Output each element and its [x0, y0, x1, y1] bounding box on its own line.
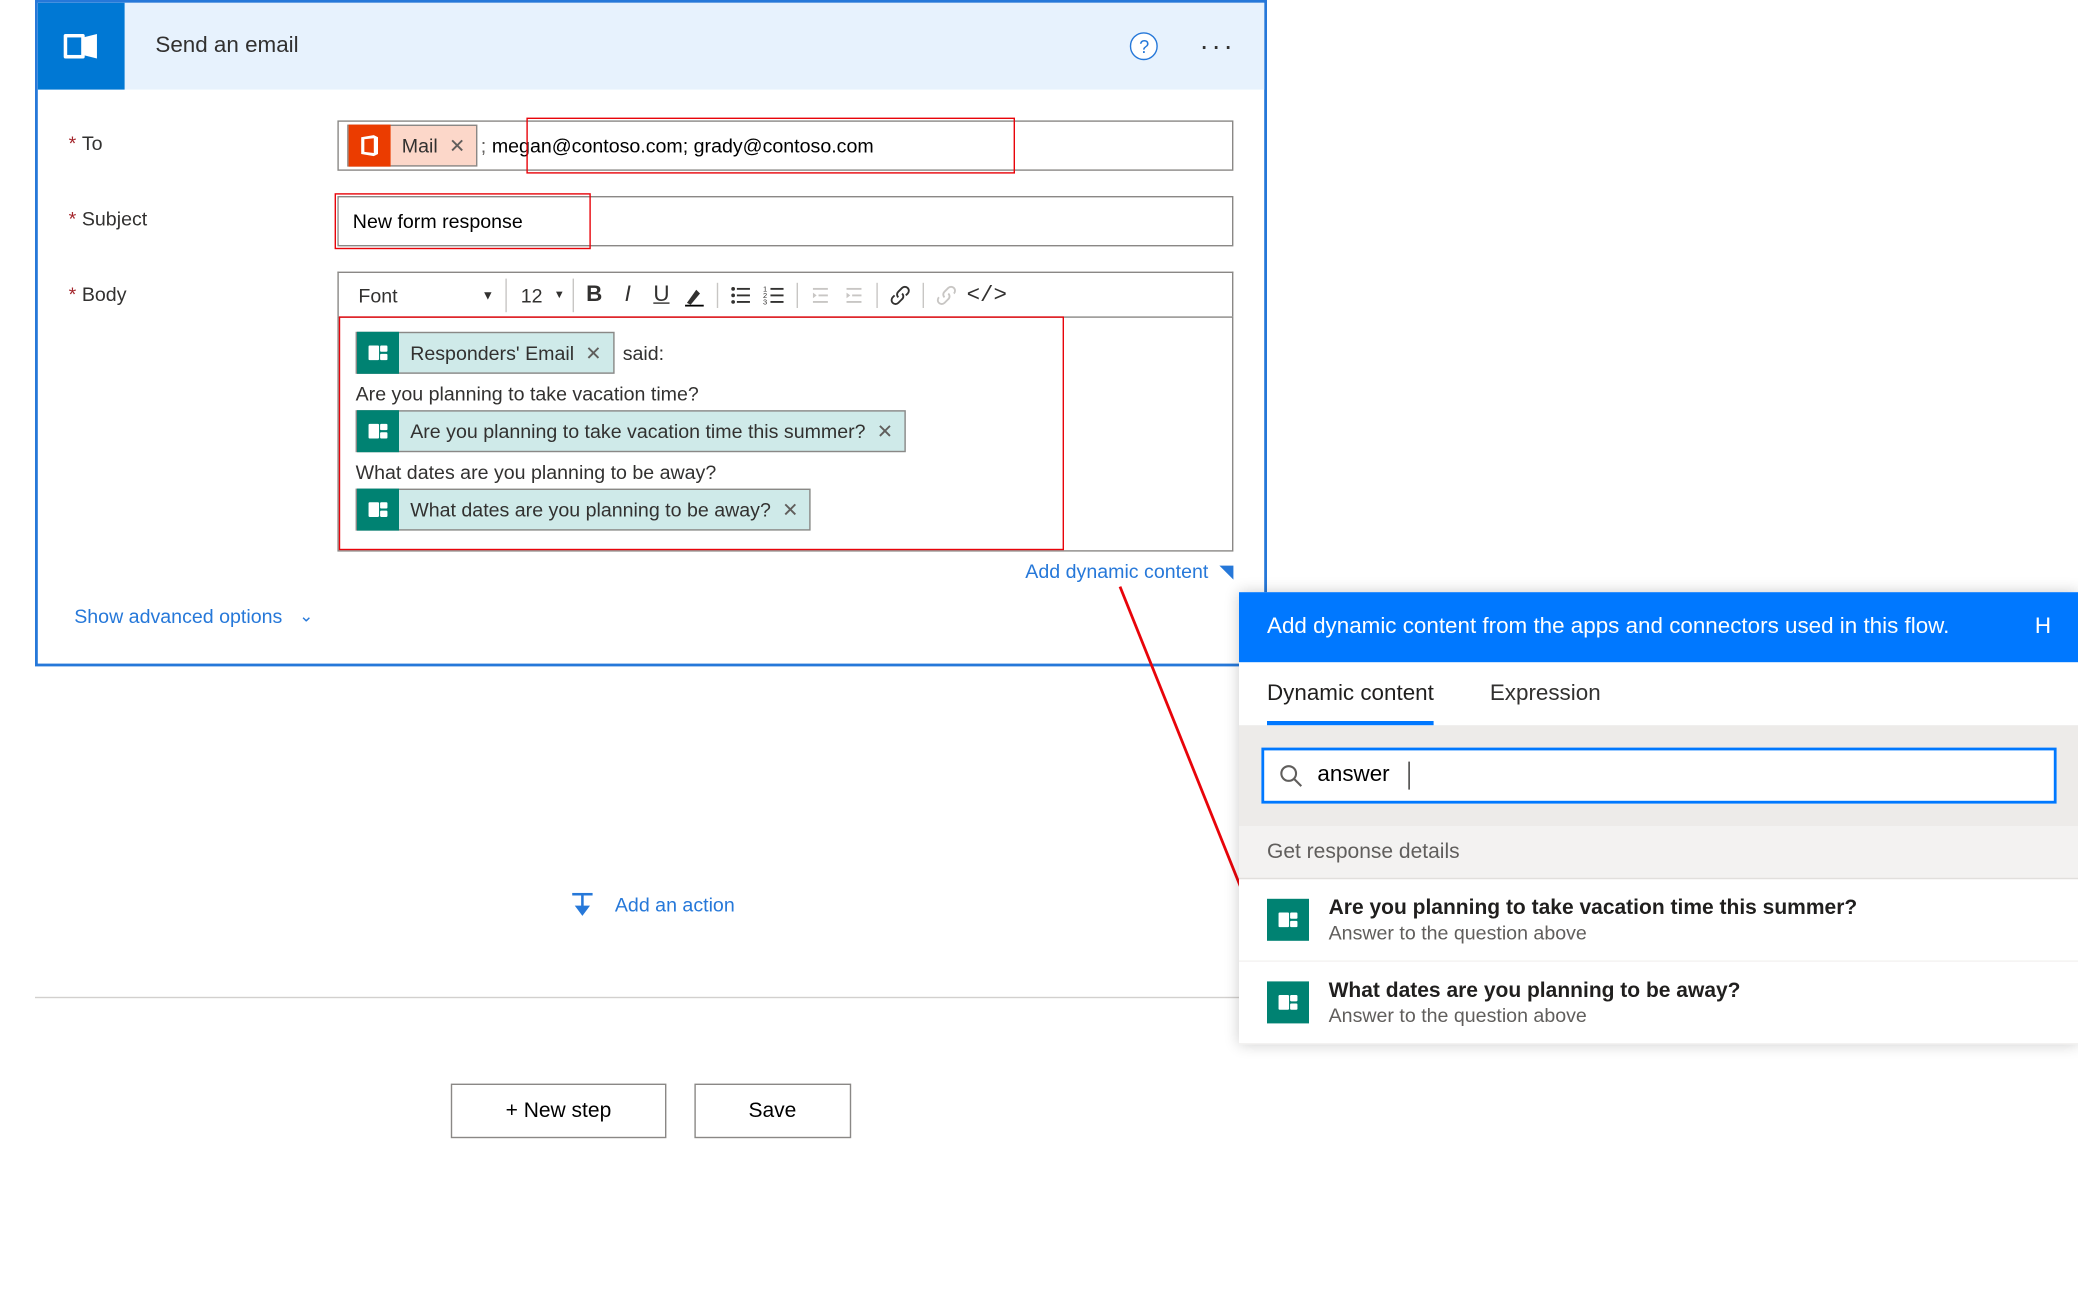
to-input[interactable]: Mail ✕ ; [337, 120, 1233, 170]
close-icon[interactable]: ✕ [449, 134, 465, 158]
forms-icon [1267, 899, 1309, 941]
font-select[interactable]: Font ▼ [347, 278, 507, 312]
to-text-input[interactable] [486, 126, 1226, 165]
add-action-button[interactable]: Add an action [567, 890, 734, 918]
subject-input[interactable] [339, 199, 1232, 244]
numbered-list-button[interactable]: 123 [761, 278, 789, 312]
token-label: Are you planning to take vacation time t… [410, 420, 865, 442]
close-icon[interactable]: ✕ [782, 498, 798, 522]
body-line-1: Are you planning to take vacation time? [356, 382, 1218, 404]
new-step-button[interactable]: + New step [451, 1084, 666, 1139]
office-icon [349, 125, 391, 167]
field-to: To Mail ✕ ; [69, 120, 1234, 170]
link-button[interactable] [887, 278, 915, 312]
token-responders-email[interactable]: Responders' Email ✕ [356, 332, 615, 374]
result-title: What dates are you planning to be away? [1329, 979, 1741, 1004]
forms-icon [357, 332, 399, 374]
indent-button[interactable] [841, 278, 869, 312]
forms-icon [357, 489, 399, 531]
forms-icon [1267, 981, 1309, 1023]
body-editor[interactable]: Responders' Email ✕ said: Are you planni… [337, 316, 1233, 551]
to-token-mail[interactable]: Mail ✕ [347, 125, 478, 167]
result-item[interactable]: What dates are you planning to be away? … [1239, 962, 2078, 1045]
svg-text:3: 3 [764, 297, 768, 306]
italic-button[interactable]: I [614, 278, 642, 312]
add-action-label: Add an action [615, 893, 735, 915]
token-label: What dates are you planning to be away? [410, 498, 771, 520]
code-view-button[interactable]: </> [967, 278, 1007, 312]
adv-label: Show advanced options [74, 605, 282, 627]
close-icon[interactable]: ✕ [585, 341, 601, 365]
outdent-button[interactable] [807, 278, 835, 312]
body-label: Body [69, 272, 338, 306]
size-label: 12 [521, 284, 543, 306]
to-token-label: Mail [402, 134, 438, 156]
panel-header-h: H [2035, 615, 2051, 640]
add-dynamic-content-link[interactable]: Add dynamic content [1025, 560, 1208, 582]
divider [35, 997, 1278, 998]
field-subject: Subject [69, 196, 1234, 246]
close-icon[interactable]: ✕ [877, 419, 893, 443]
dynamic-content-panel: Add dynamic content from the apps and co… [1239, 592, 2078, 1044]
chevron-down-icon: ⌄ [299, 606, 313, 626]
search-box[interactable] [1261, 748, 2056, 804]
add-action-icon [567, 890, 598, 918]
tab-dynamic-content[interactable]: Dynamic content [1267, 682, 1434, 725]
send-email-card: Send an email ? ... To Mail ✕ [35, 0, 1267, 666]
said-text: said: [623, 342, 664, 364]
outlook-icon [38, 3, 125, 90]
token-label: Responders' Email [410, 342, 574, 364]
result-sub: Answer to the question above [1329, 1004, 1741, 1026]
bold-button[interactable]: B [580, 278, 608, 312]
more-icon[interactable]: ... [1200, 28, 1236, 53]
result-sub: Answer to the question above [1329, 921, 1858, 943]
panel-tabs: Dynamic content Expression [1239, 662, 2078, 725]
triangle-icon [1219, 566, 1233, 580]
forms-icon [357, 410, 399, 452]
help-icon[interactable]: ? [1130, 32, 1158, 60]
text-cursor [1408, 762, 1409, 790]
tab-expression[interactable]: Expression [1490, 682, 1601, 725]
show-advanced-options[interactable]: Show advanced options ⌄ [74, 605, 1233, 627]
card-title: Send an email [125, 34, 1131, 59]
save-button[interactable]: Save [694, 1084, 851, 1139]
bullet-list-button[interactable] [727, 278, 755, 312]
richtext-toolbar: Font ▼ 12 B I U [337, 272, 1233, 317]
add-dynamic-row: Add dynamic content [337, 560, 1233, 582]
result-item[interactable]: Are you planning to take vacation time t… [1239, 879, 2078, 962]
unlink-button[interactable] [933, 278, 961, 312]
body-line-2: What dates are you planning to be away? [356, 461, 1218, 483]
search-icon [1278, 763, 1303, 788]
token-question-2[interactable]: What dates are you planning to be away? … [356, 489, 812, 531]
font-size-select[interactable]: 12 [512, 278, 574, 312]
subject-input-wrap [337, 196, 1233, 246]
card-header: Send an email ? ... [38, 3, 1264, 90]
token-question-1[interactable]: Are you planning to take vacation time t… [356, 410, 906, 452]
search-input[interactable] [1317, 763, 1407, 788]
panel-header: Add dynamic content from the apps and co… [1239, 592, 2078, 662]
color-button[interactable] [681, 278, 709, 312]
panel-header-text: Add dynamic content from the apps and co… [1267, 615, 1949, 640]
underline-button[interactable]: U [647, 278, 675, 312]
subject-label: Subject [69, 196, 338, 230]
field-body: Body Font ▼ 12 B I U [69, 272, 1234, 583]
font-label: Font [358, 284, 397, 306]
result-title: Are you planning to take vacation time t… [1329, 896, 1858, 921]
results-section-title: Get response details [1239, 826, 2078, 879]
to-label: To [69, 120, 338, 154]
